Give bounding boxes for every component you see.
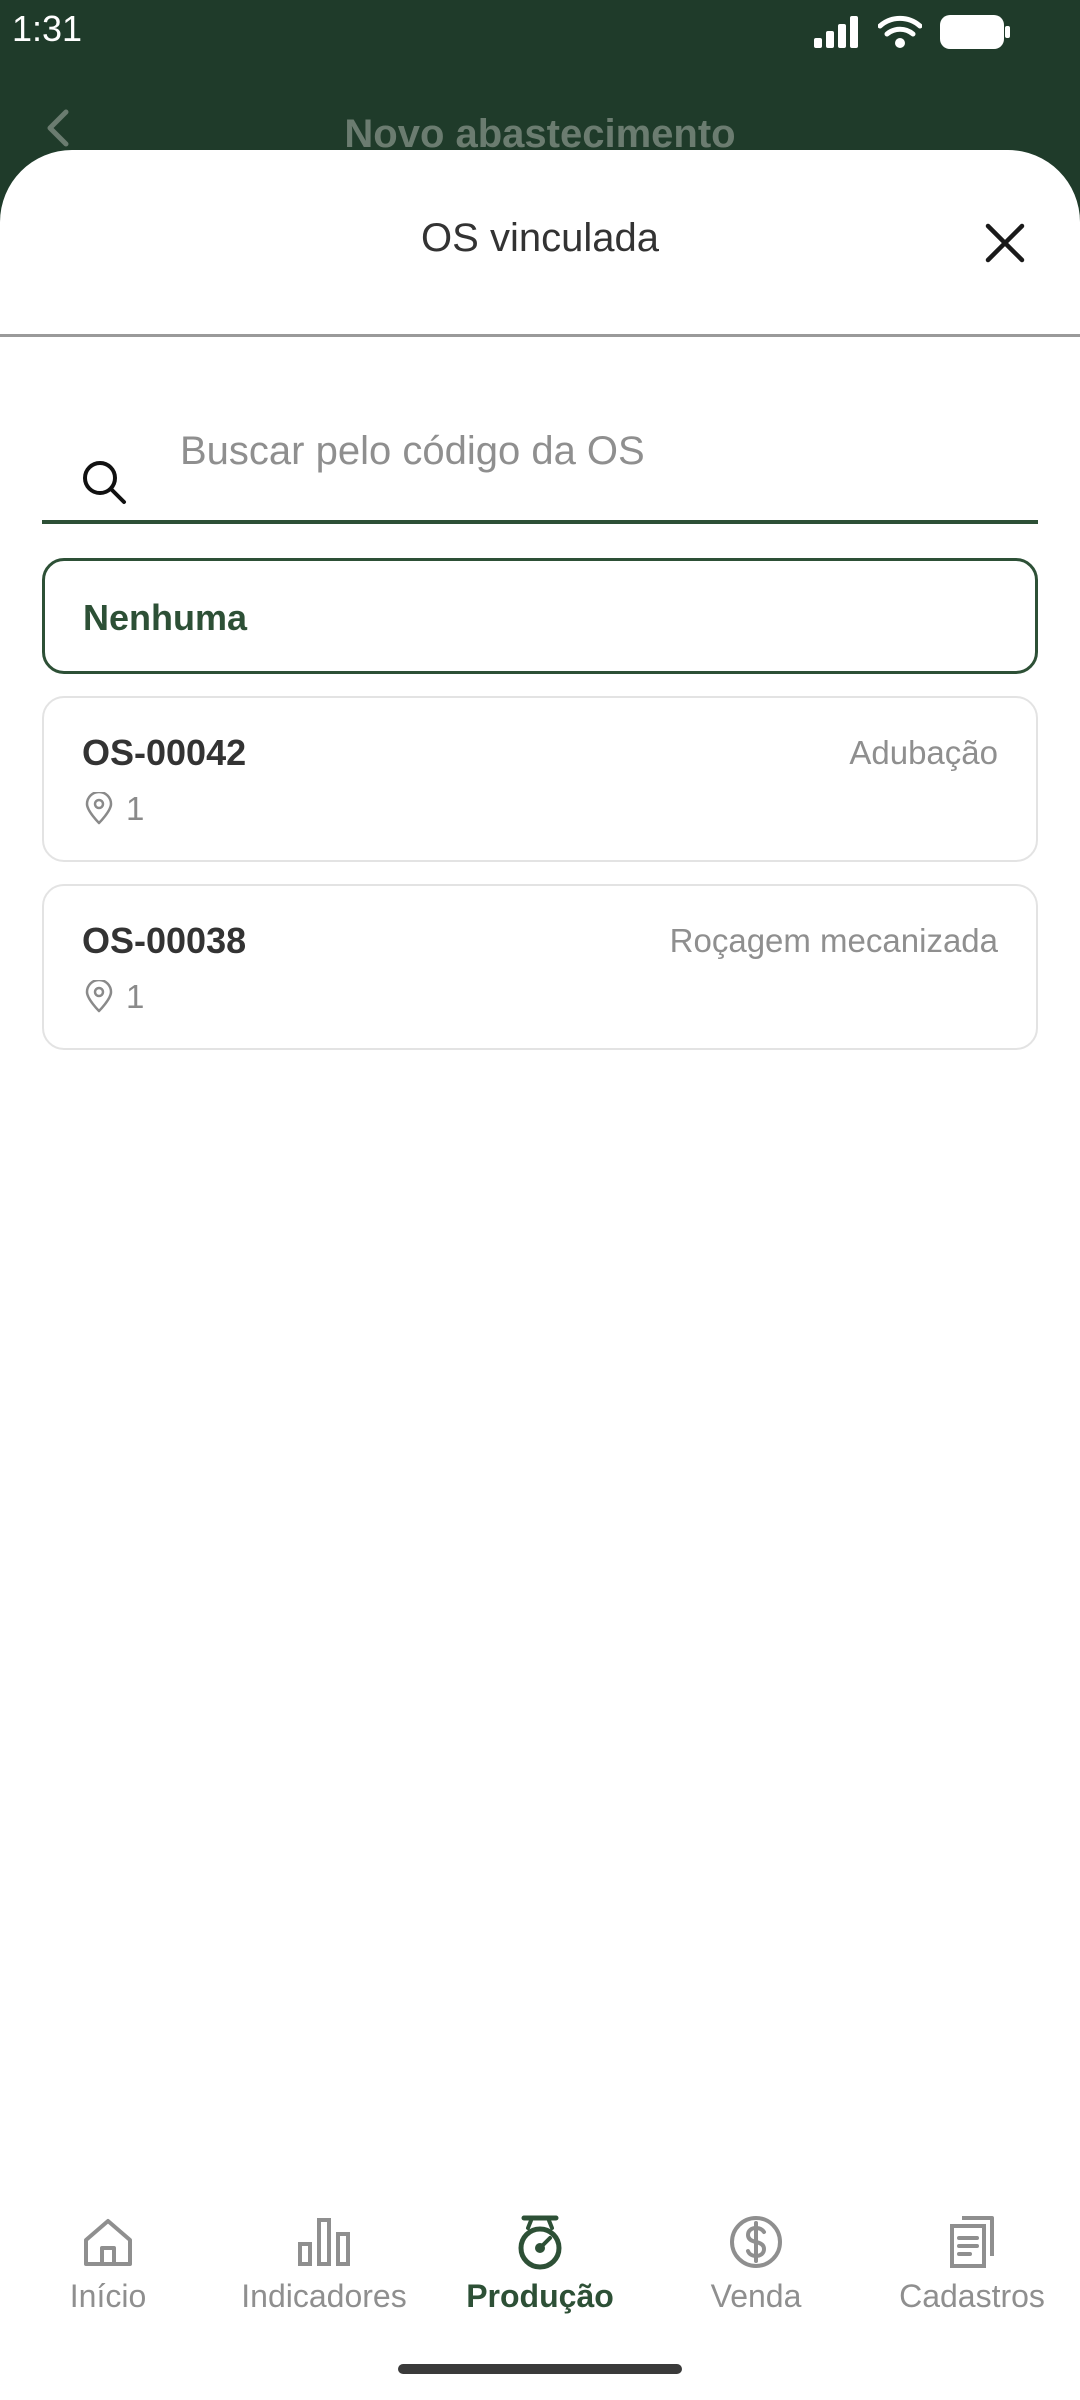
documents-icon [950,2216,994,2268]
nav-label: Cadastros [899,2278,1045,2314]
search-icon [83,461,126,504]
option-none-label: Nenhuma [83,597,248,638]
dollar-icon [730,2216,782,2268]
nav-label: Produção [466,2278,614,2314]
scale-icon [518,2215,562,2270]
option-none[interactable]: Nenhuma [42,558,1038,674]
os-card[interactable]: OS-00038 Roçagem mecanizada 1 [42,884,1038,1050]
nav-item-producao[interactable]: Produção [432,2180,648,2340]
nav-item-venda[interactable]: Venda [648,2180,864,2340]
search-input[interactable] [178,420,1022,482]
wifi-icon [878,15,922,48]
os-location-count: 1 [126,790,145,827]
sheet-title: OS vinculada [421,216,659,260]
os-code: OS-00042 [82,732,247,773]
nav-label: Venda [710,2278,802,2314]
close-icon[interactable] [980,218,1030,268]
os-location-count: 1 [126,978,145,1015]
bottom-nav: Início Indicadores Produção Venda Cadast… [0,2180,1080,2340]
os-type: Adubação [849,734,998,771]
sheet-header: OS vinculada [0,150,1080,337]
battery-icon [940,15,1010,49]
search-bar [42,400,1038,524]
nav-item-indicadores[interactable]: Indicadores [216,2180,432,2340]
bar-chart-icon [298,2218,350,2266]
home-indicator [398,2364,682,2374]
os-type: Roçagem mecanizada [669,922,998,959]
nav-label: Início [69,2278,147,2314]
os-location: 1 [82,978,144,1016]
location-pin-icon [85,792,113,825]
nav-item-inicio[interactable]: Início [0,2180,216,2340]
os-selection-sheet: OS vinculada Nenhuma OS-00042 Adubação 1… [0,150,1080,2400]
os-location: 1 [82,790,144,828]
home-icon [84,2219,132,2266]
signal-icon [814,16,858,48]
nav-label: Indicadores [241,2278,407,2314]
nav-item-cadastros[interactable]: Cadastros [864,2180,1080,2340]
location-pin-icon [85,980,113,1013]
status-icons [814,12,1010,52]
status-time: 1:31 [12,8,83,49]
os-card[interactable]: OS-00042 Adubação 1 [42,696,1038,862]
os-code: OS-00038 [82,920,247,961]
